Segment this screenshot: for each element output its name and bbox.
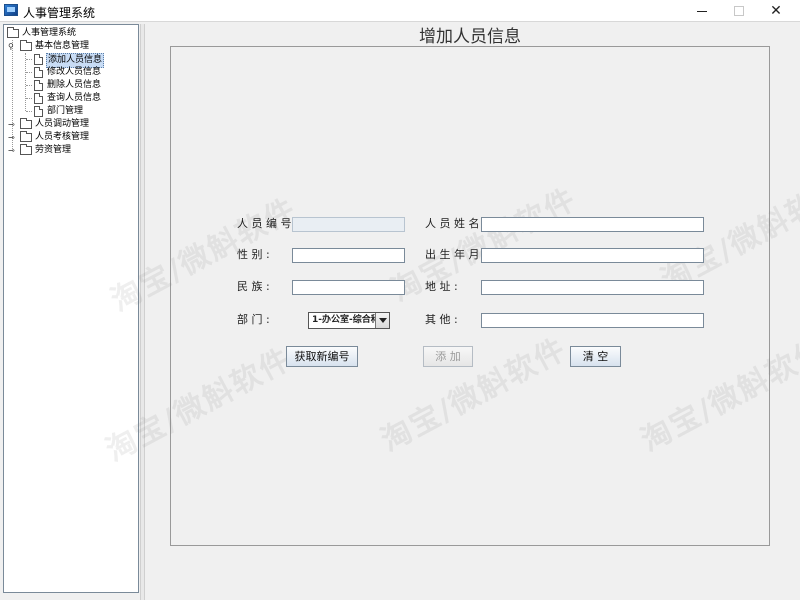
ethnic-field[interactable] (292, 280, 405, 295)
tree-connector (26, 59, 32, 60)
document-icon (34, 67, 43, 78)
window-title: 人事管理系统 (23, 6, 96, 20)
tree-item-label: 部门管理 (47, 106, 84, 116)
tree-root-label: 人事管理系统 (22, 28, 77, 38)
document-icon (34, 54, 43, 65)
department-select[interactable]: 1-办公室-综合科 (308, 312, 390, 329)
address-label: 地 址 : (425, 280, 458, 293)
birth-label: 出 生 年 月 : (425, 248, 487, 261)
name-field[interactable] (481, 217, 704, 232)
tree-group-label: 劳资管理 (35, 145, 72, 155)
tree-item-label: 修改人员信息 (47, 67, 102, 77)
department-selected-value: 1-办公室-综合科 (312, 315, 380, 325)
emp-no-label: 人 员 编 号 : (237, 217, 299, 230)
tree-connector (26, 72, 32, 73)
collapsed-toggle-icon[interactable]: ⊸ (8, 144, 15, 157)
get-new-number-button[interactable]: 获取新编号 (286, 346, 358, 367)
expanded-toggle-icon[interactable]: ⚲ (8, 40, 14, 53)
tree-group-label: 人员调动管理 (35, 119, 90, 129)
add-button[interactable]: 添 加 (423, 346, 473, 367)
name-label: 人 员 姓 名 : (425, 217, 487, 230)
tree-item-label: 删除人员信息 (47, 80, 102, 90)
maximize-icon (734, 6, 744, 16)
folder-icon (20, 118, 32, 129)
clear-button[interactable]: 清 空 (570, 346, 621, 367)
form-panel (170, 46, 770, 546)
other-label: 其 他 : (425, 313, 458, 326)
page-title: 增加人员信息 (419, 27, 521, 47)
dropdown-arrow-icon[interactable] (375, 313, 389, 328)
folder-icon (20, 144, 32, 155)
app-icon (4, 4, 18, 16)
document-icon (34, 106, 43, 117)
ethnic-label: 民 族 : (237, 280, 270, 293)
dept-label: 部 门 : (237, 313, 270, 326)
minimize-button[interactable] (684, 0, 720, 22)
tree-root[interactable]: 人事管理系统 (6, 27, 136, 40)
document-icon (34, 80, 43, 91)
tree-group-basic-info[interactable]: ⚲ 基本信息管理 (7, 40, 137, 53)
folder-icon (7, 27, 19, 38)
tree-item-label: 查询人员信息 (47, 93, 102, 103)
collapsed-toggle-icon[interactable]: ⊸ (8, 118, 15, 131)
close-button[interactable]: ✕ (758, 0, 794, 22)
folder-open-icon (20, 40, 32, 51)
tree-connector (25, 53, 26, 111)
tree-connector (26, 111, 32, 112)
collapsed-toggle-icon[interactable]: ⊸ (8, 131, 15, 144)
close-icon: ✕ (770, 3, 782, 19)
birth-field[interactable] (481, 248, 704, 263)
title-bar: 人事管理系统 ✕ (0, 0, 800, 22)
tree-group-label: 基本信息管理 (35, 41, 90, 51)
tree-connector (26, 85, 32, 86)
maximize-button[interactable] (721, 0, 757, 22)
tree-connector (26, 98, 32, 99)
tree-group-label: 人员考核管理 (35, 132, 90, 142)
address-field[interactable] (481, 280, 704, 295)
gender-label: 性 别 : (237, 248, 270, 261)
navigation-tree[interactable]: 人事管理系统 ⚲ 基本信息管理 添加人员信息 修改人员信息 删除人员信息 查询人… (3, 24, 139, 593)
gender-field[interactable] (292, 248, 405, 263)
document-icon (34, 93, 43, 104)
other-field[interactable] (481, 313, 704, 328)
minimize-icon (697, 11, 707, 12)
folder-icon (20, 131, 32, 142)
emp-no-field[interactable] (292, 217, 405, 232)
split-pane-divider[interactable] (140, 24, 145, 600)
